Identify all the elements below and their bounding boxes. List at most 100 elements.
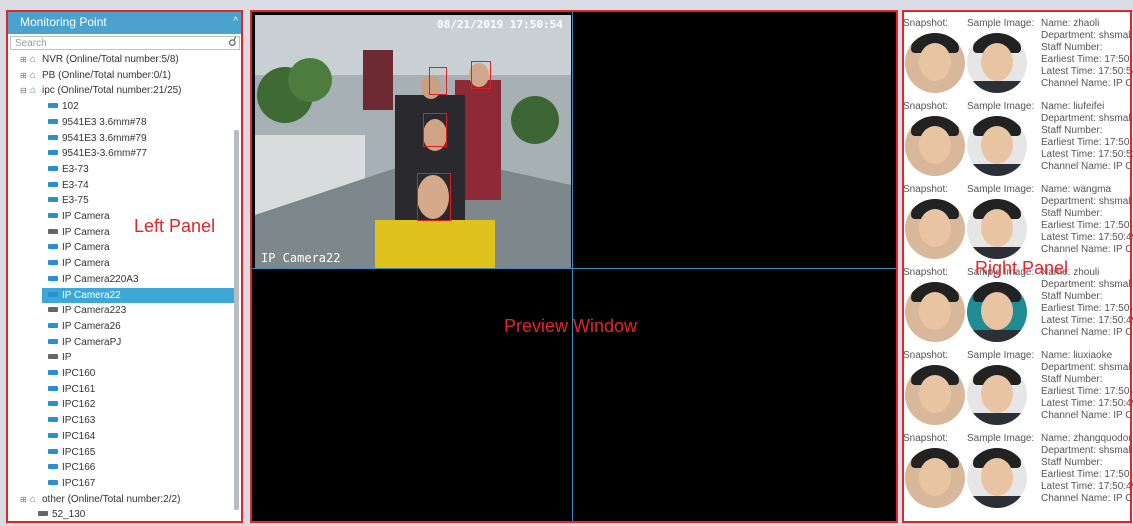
device-tree: ⊞ ⌂ NVR (Online/Total number:5/8) ⊞ ⌂ PB (Onl… xyxy=(6,52,236,520)
camera-icon xyxy=(48,197,58,203)
monitoring-point-panel: Monitoring Point ^ Search ☌ ⊞ ⌂ NVR (Onlin… xyxy=(6,10,242,522)
expand-icon[interactable]: ⊟ xyxy=(20,83,30,98)
tree-item-label: IP Camera223 xyxy=(62,305,127,317)
sample-image-label: Sample Image: xyxy=(967,18,1035,29)
tree-item-label: PB (Online/Total number:0/1) xyxy=(42,69,171,81)
tree-item-camera[interactable]: IPC162 xyxy=(48,397,95,412)
expand-icon[interactable]: ⊞ xyxy=(20,68,30,83)
camera-icon xyxy=(48,213,58,218)
tree-item-camera[interactable]: IPC163 xyxy=(48,413,95,428)
camera-icon xyxy=(48,181,58,187)
sample-image xyxy=(967,199,1027,259)
preview-window[interactable]: 08/21/2019 17:50:54 IP Camera22 xyxy=(252,12,896,522)
tree-item-camera[interactable]: IP Camera26 xyxy=(48,319,121,334)
sample-image xyxy=(967,116,1027,176)
scrollbar[interactable] xyxy=(234,130,239,510)
camera-icon xyxy=(48,150,58,156)
tree-group[interactable]: ⊟ ⌂ ipc (Online/Total number:21/25) xyxy=(20,83,182,98)
record-channel-name: Channel Name: IP Ca xyxy=(1041,78,1133,89)
tree-item-camera[interactable]: IPC164 xyxy=(48,429,95,444)
record-staff-number: Staff Number: xyxy=(1041,125,1103,136)
right-panel-annotation: Right Panel xyxy=(975,258,1069,278)
search-placeholder: Search xyxy=(15,38,47,49)
face-match-record[interactable]: Snapshot: Sample Image: Name: liuxiaoke Dep… xyxy=(903,350,1133,434)
camera-icon xyxy=(48,448,58,454)
face-match-record[interactable]: Snapshot: Sample Image: Name: zhaoli Depart… xyxy=(903,18,1133,102)
expand-icon[interactable]: ⊞ xyxy=(20,492,30,507)
record-department: Department: shsmall xyxy=(1041,196,1133,207)
record-department: Department: shsmall xyxy=(1041,362,1133,373)
tree-item-camera[interactable]: E3-74 xyxy=(48,178,89,193)
tree-item-camera[interactable]: IP Camera xyxy=(48,225,110,240)
camera-icon xyxy=(48,338,58,344)
face-detection-box xyxy=(423,113,447,147)
camera-icon xyxy=(48,354,58,360)
record-name: Name: zhangquodor xyxy=(1041,433,1132,444)
tree-item-camera[interactable]: IPC166 xyxy=(48,460,95,475)
face-match-record[interactable]: Snapshot: Sample Image: Name: zhouli Depart… xyxy=(903,267,1133,351)
tree-item-camera[interactable]: IP Camera xyxy=(48,209,110,224)
face-detection-box xyxy=(417,173,451,221)
tree-item-camera[interactable]: IP Camera22 xyxy=(42,287,236,303)
collapse-icon[interactable]: ^ xyxy=(233,10,238,34)
camera-icon xyxy=(48,165,58,171)
tree-item-label: IPC162 xyxy=(62,399,96,411)
camera-scene xyxy=(255,15,571,268)
face-match-record[interactable]: Snapshot: Sample Image: Name: liufeifei Dep… xyxy=(903,101,1133,185)
tree-item-label: NVR (Online/Total number:5/8) xyxy=(42,54,179,65)
tree-item-camera[interactable]: IP Camera xyxy=(48,256,110,271)
snapshot-label: Snapshot: xyxy=(903,267,949,278)
camera-icon xyxy=(48,401,58,407)
tree-item-camera[interactable]: IPC161 xyxy=(48,382,95,397)
expand-icon[interactable]: ⊞ xyxy=(20,52,30,67)
tree-item-label: IPC163 xyxy=(62,415,96,427)
tree-item-camera[interactable]: E3-73 xyxy=(48,162,89,177)
tree-item-label: E3-75 xyxy=(62,195,89,207)
camera-icon xyxy=(48,244,58,250)
empty-video-slot[interactable] xyxy=(252,269,572,522)
record-staff-number: Staff Number: xyxy=(1041,457,1103,468)
record-earliest-time: Earliest Time: 17:50:4 xyxy=(1041,303,1133,314)
tree-item-label: IP CameraPJ xyxy=(62,336,122,348)
camera-icon xyxy=(48,118,58,124)
record-latest-time: Latest Time: 17:50:49 xyxy=(1041,398,1133,409)
tree-item-camera[interactable]: 52_130 xyxy=(38,507,85,522)
face-match-record[interactable]: Snapshot: Sample Image: Name: zhangquodor D… xyxy=(903,433,1133,517)
search-input[interactable]: Search ☌ xyxy=(10,35,240,50)
tree-item-label: IPC164 xyxy=(62,430,96,442)
tree-group[interactable]: ⊞ ⌂ NVR (Online/Total number:5/8) xyxy=(20,52,179,67)
tree-item-camera[interactable]: IP Camera220A3 xyxy=(48,272,139,287)
tree-item-camera[interactable]: 102 xyxy=(48,99,79,114)
tree-group[interactable]: ⊞ ⌂ PB (Online/Total number:0/1) xyxy=(20,68,171,83)
sample-image xyxy=(967,448,1027,508)
snapshot-label: Snapshot: xyxy=(903,433,949,444)
face-detection-box xyxy=(429,67,447,95)
record-department: Department: shsmall xyxy=(1041,279,1133,290)
tree-item-camera[interactable]: IPC167 xyxy=(48,476,95,491)
tree-item-camera[interactable]: 9541E3 3.6mm#79 xyxy=(48,131,147,146)
tree-item-camera[interactable]: IPC160 xyxy=(48,366,95,381)
tree-item-camera[interactable]: 9541E3-3.6mm#77 xyxy=(48,146,147,161)
tree-item-camera[interactable]: E3-75 xyxy=(48,193,89,208)
camera-feed[interactable]: 08/21/2019 17:50:54 IP Camera22 xyxy=(255,15,571,268)
panel-title: Monitoring Point xyxy=(20,15,107,29)
tree-item-camera[interactable]: IP xyxy=(48,350,71,365)
tree-item-label: 9541E3 3.6mm#78 xyxy=(62,116,147,128)
empty-video-slot[interactable] xyxy=(573,269,896,522)
home-icon: ⌂ xyxy=(30,85,37,97)
tree-item-label: IP Camera xyxy=(62,242,110,254)
tree-item-camera[interactable]: IP Camera223 xyxy=(48,303,126,318)
tree-group[interactable]: ⊞ ⌂ other (Online/Total number:2/2) xyxy=(20,492,180,507)
tree-item-camera[interactable]: IP Camera xyxy=(48,240,110,255)
search-icon[interactable]: ☌ xyxy=(228,35,237,49)
tree-item-camera[interactable]: IPC165 xyxy=(48,445,95,460)
face-match-record[interactable]: Snapshot: Sample Image: Name: wangma Depart… xyxy=(903,184,1133,268)
sample-image-label: Sample Image: xyxy=(967,350,1035,361)
tree-item-label: IP Camera22 xyxy=(62,289,121,301)
tree-item-camera[interactable]: IP CameraPJ xyxy=(48,335,121,350)
record-department: Department: shsmall xyxy=(1041,113,1133,124)
empty-video-slot[interactable] xyxy=(573,12,896,268)
video-camera-label: IP Camera22 xyxy=(261,251,341,265)
tree-item-label: IPC165 xyxy=(62,446,96,458)
tree-item-camera[interactable]: 9541E3 3.6mm#78 xyxy=(48,115,147,130)
